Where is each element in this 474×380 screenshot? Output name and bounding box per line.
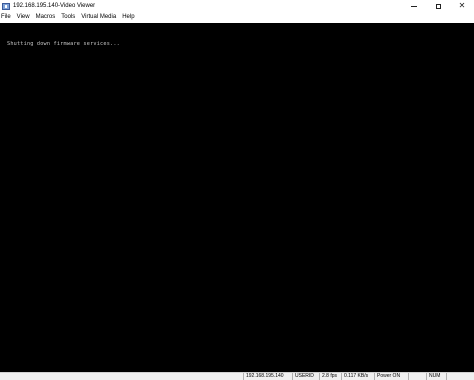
maximize-icon — [435, 3, 441, 9]
maximize-button[interactable] — [426, 0, 450, 12]
menu-help[interactable]: Help — [119, 12, 137, 23]
video-viewer-window: 192.168.195.140-Video Viewer ✕ File View… — [0, 0, 474, 380]
close-icon: ✕ — [458, 1, 466, 10]
console-message: Shutting down firmware services... — [7, 41, 120, 47]
status-rate: 0.117 KB/s — [341, 373, 374, 380]
status-num: NUM — [426, 373, 446, 380]
window-controls: ✕ — [402, 0, 474, 12]
status-bar: 192.168.195.140 USERID 2.8 fps 0.117 KB/… — [0, 372, 474, 380]
menu-virtual-media[interactable]: Virtual Media — [78, 12, 119, 23]
close-button[interactable]: ✕ — [450, 0, 474, 12]
status-scroll — [446, 373, 474, 380]
minimize-button[interactable] — [402, 0, 426, 12]
menu-bar: File View Macros Tools Virtual Media Hel… — [0, 12, 474, 23]
remote-console-screen[interactable]: Shutting down firmware services... — [0, 23, 474, 372]
status-fps: 2.8 fps — [319, 373, 341, 380]
title-bar[interactable]: 192.168.195.140-Video Viewer ✕ — [0, 0, 474, 12]
app-icon — [2, 2, 10, 10]
status-caps — [408, 373, 426, 380]
status-power: Power ON — [374, 373, 408, 380]
minimize-icon — [411, 5, 417, 7]
status-ip: 192.168.195.140 — [243, 373, 292, 380]
menu-file[interactable]: File — [0, 12, 14, 23]
menu-tools[interactable]: Tools — [58, 12, 78, 23]
menu-view[interactable]: View — [14, 12, 33, 23]
status-user: USERID — [292, 373, 319, 380]
window-title: 192.168.195.140-Video Viewer — [13, 3, 96, 9]
menu-macros[interactable]: Macros — [33, 12, 59, 23]
